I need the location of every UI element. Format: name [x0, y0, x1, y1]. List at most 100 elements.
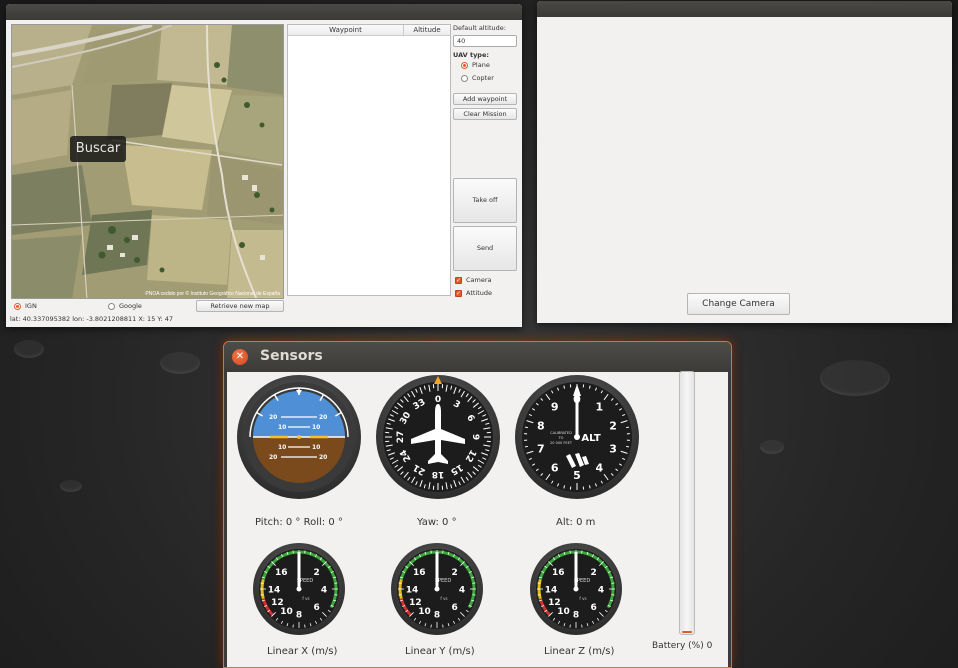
battery-fill	[682, 631, 692, 633]
pitch-mark-label: 20	[319, 454, 327, 461]
speed-sub-label: f vs	[579, 596, 586, 601]
heading-label: 9	[470, 434, 480, 440]
altimeter-digit: 2	[609, 419, 617, 432]
sensors-titlebar[interactable]: ✕ Sensors	[224, 342, 731, 372]
speed-tick-label: 12	[548, 598, 561, 608]
mission-window: Buscar PNOA cedido por © Instituto Geogr…	[6, 4, 522, 327]
speed-needle	[297, 552, 301, 589]
speed-tick-label: 14	[268, 586, 281, 596]
clear-mission-button[interactable]: Clear Mission	[453, 108, 517, 120]
satellite-map[interactable]: Buscar PNOA cedido por © Instituto Geogr…	[11, 24, 284, 299]
altimeter-digit: 4	[596, 462, 604, 475]
speed-tick-label: 8	[434, 611, 440, 621]
speed-gauge-y: 16 2468101214SPEEDf vs	[391, 543, 483, 635]
speed-tick-label: 10	[280, 607, 293, 617]
altimeter-tick	[524, 445, 528, 448]
waypoint-table-header: Waypoint Altitude	[288, 25, 450, 36]
ign-label: IGN	[25, 302, 37, 310]
attitude-checkbox[interactable]: ✓ Attitude	[455, 289, 492, 297]
camera-checkbox[interactable]: ✓ Camera	[455, 276, 492, 284]
yaw-readout: Yaw: 0 °	[417, 517, 457, 528]
speed-sub-label: f vs	[440, 596, 447, 601]
speed-tick-label: 2	[591, 568, 597, 578]
col-waypoint[interactable]: Waypoint	[288, 25, 404, 35]
altimeter-tick	[524, 426, 528, 429]
altimeter-tick	[626, 445, 630, 448]
close-icon[interactable]: ✕	[232, 349, 248, 365]
radio-unselected-icon	[108, 302, 115, 310]
altimeter-digit: 3	[609, 443, 617, 456]
battery-bar	[679, 371, 695, 635]
camera-titlebar[interactable]	[537, 1, 952, 17]
altimeter-small-text: 20 000 FEET	[550, 441, 573, 445]
pitch-mark-label: 10	[278, 424, 286, 431]
pitch-mark-label: 10	[312, 424, 320, 431]
altimeter-small-text: CALIBRATED	[550, 431, 572, 435]
sensors-window: ✕ Sensors 20 20 10 10 10 10 20 20 0 3 6 …	[223, 341, 732, 668]
sensors-body: 20 20 10 10 10 10 20 20 0 3 6 9 12 15 18…	[227, 371, 728, 667]
speed-gauge-x: 16 2468101214SPEEDf vs	[253, 543, 345, 635]
default-altitude-label: Default altitude:	[453, 24, 506, 32]
alt-readout: Alt: 0 m	[556, 517, 596, 528]
speed-tick-label: 16	[552, 568, 565, 578]
google-radio[interactable]: Google	[108, 302, 142, 310]
uav-copter-label: Copter	[472, 74, 494, 82]
sensors-title: Sensors	[260, 348, 323, 364]
altimeter-small-text: TO	[558, 436, 564, 440]
camera-window: Change Camera	[537, 1, 952, 323]
change-camera-button[interactable]: Change Camera	[687, 293, 790, 315]
col-altitude[interactable]: Altitude	[404, 25, 450, 35]
attitude-indicator: 20 20 10 10 10 10 20 20	[237, 375, 361, 499]
speed-tick-label: 14	[545, 586, 558, 596]
mission-titlebar[interactable]	[6, 4, 522, 20]
altimeter-digit: 1	[596, 400, 604, 413]
waypoint-table[interactable]: Waypoint Altitude	[287, 24, 451, 296]
speed-tick-label: 14	[406, 586, 419, 596]
altimeter-digit: 8	[537, 419, 545, 432]
altimeter-digit: 5	[573, 469, 581, 482]
speed-gauge-z: 16 2468101214SPEEDf vs	[530, 543, 622, 635]
linear-z-label: Linear Z (m/s)	[544, 646, 615, 657]
speed-tick-label: 4	[321, 586, 327, 596]
camera-checkbox-label: Camera	[466, 276, 492, 284]
linear-x-label: Linear X (m/s)	[267, 646, 338, 657]
speed-tick-label: 10	[557, 607, 570, 617]
send-button[interactable]: Send	[453, 226, 517, 271]
uav-plane-radio[interactable]: Plane	[461, 61, 490, 69]
pitch-mark-label: 20	[319, 414, 327, 421]
default-altitude-input[interactable]: 40	[453, 35, 517, 47]
speed-sub-label: f vs	[302, 596, 309, 601]
map-search-button[interactable]: Buscar	[70, 136, 126, 162]
speed-tick-label: 12	[271, 598, 284, 608]
speed-tick-label: 16	[275, 568, 288, 578]
altimeter-digit: 9	[551, 400, 559, 413]
checkmark-icon: ✓	[455, 289, 462, 297]
speed-tick-label: 10	[418, 607, 431, 617]
linear-y-label: Linear Y (m/s)	[405, 646, 475, 657]
speed-tick-label: 2	[314, 568, 320, 578]
altimeter-digit: 6	[551, 462, 559, 475]
take-off-button[interactable]: Take off	[453, 178, 517, 223]
coordinates-readout: lat: 40.337095382 lon: -3.8021208811 X: …	[10, 315, 174, 323]
altimeter-digit: 7	[537, 443, 545, 456]
retrieve-map-button[interactable]: Retrieve new map	[196, 300, 284, 312]
pitch-mark-label: 20	[269, 414, 277, 421]
pitch-roll-readout: Pitch: 0 ° Roll: 0 °	[255, 517, 343, 528]
speed-tick-label: 4	[459, 586, 465, 596]
ign-radio[interactable]: IGN	[14, 302, 37, 310]
add-waypoint-button[interactable]: Add waypoint	[453, 93, 517, 105]
heading-indicator: 0 3691215182124273033	[376, 375, 500, 499]
heading-label: 0	[435, 395, 441, 405]
pitch-mark-label: 10	[312, 444, 320, 451]
speed-tick-label: 4	[598, 586, 604, 596]
altimeter-tick	[626, 426, 630, 429]
speed-needle	[435, 552, 439, 589]
speed-hub	[296, 586, 302, 592]
uav-copter-radio[interactable]: Copter	[461, 74, 494, 82]
radio-selected-icon	[14, 302, 21, 310]
speed-tick-label: 2	[452, 568, 458, 578]
speed-tick-label: 12	[409, 598, 422, 608]
radio-selected-icon	[461, 61, 468, 69]
checkmark-icon: ✓	[455, 276, 462, 284]
speed-tick-label: 16	[413, 568, 426, 578]
